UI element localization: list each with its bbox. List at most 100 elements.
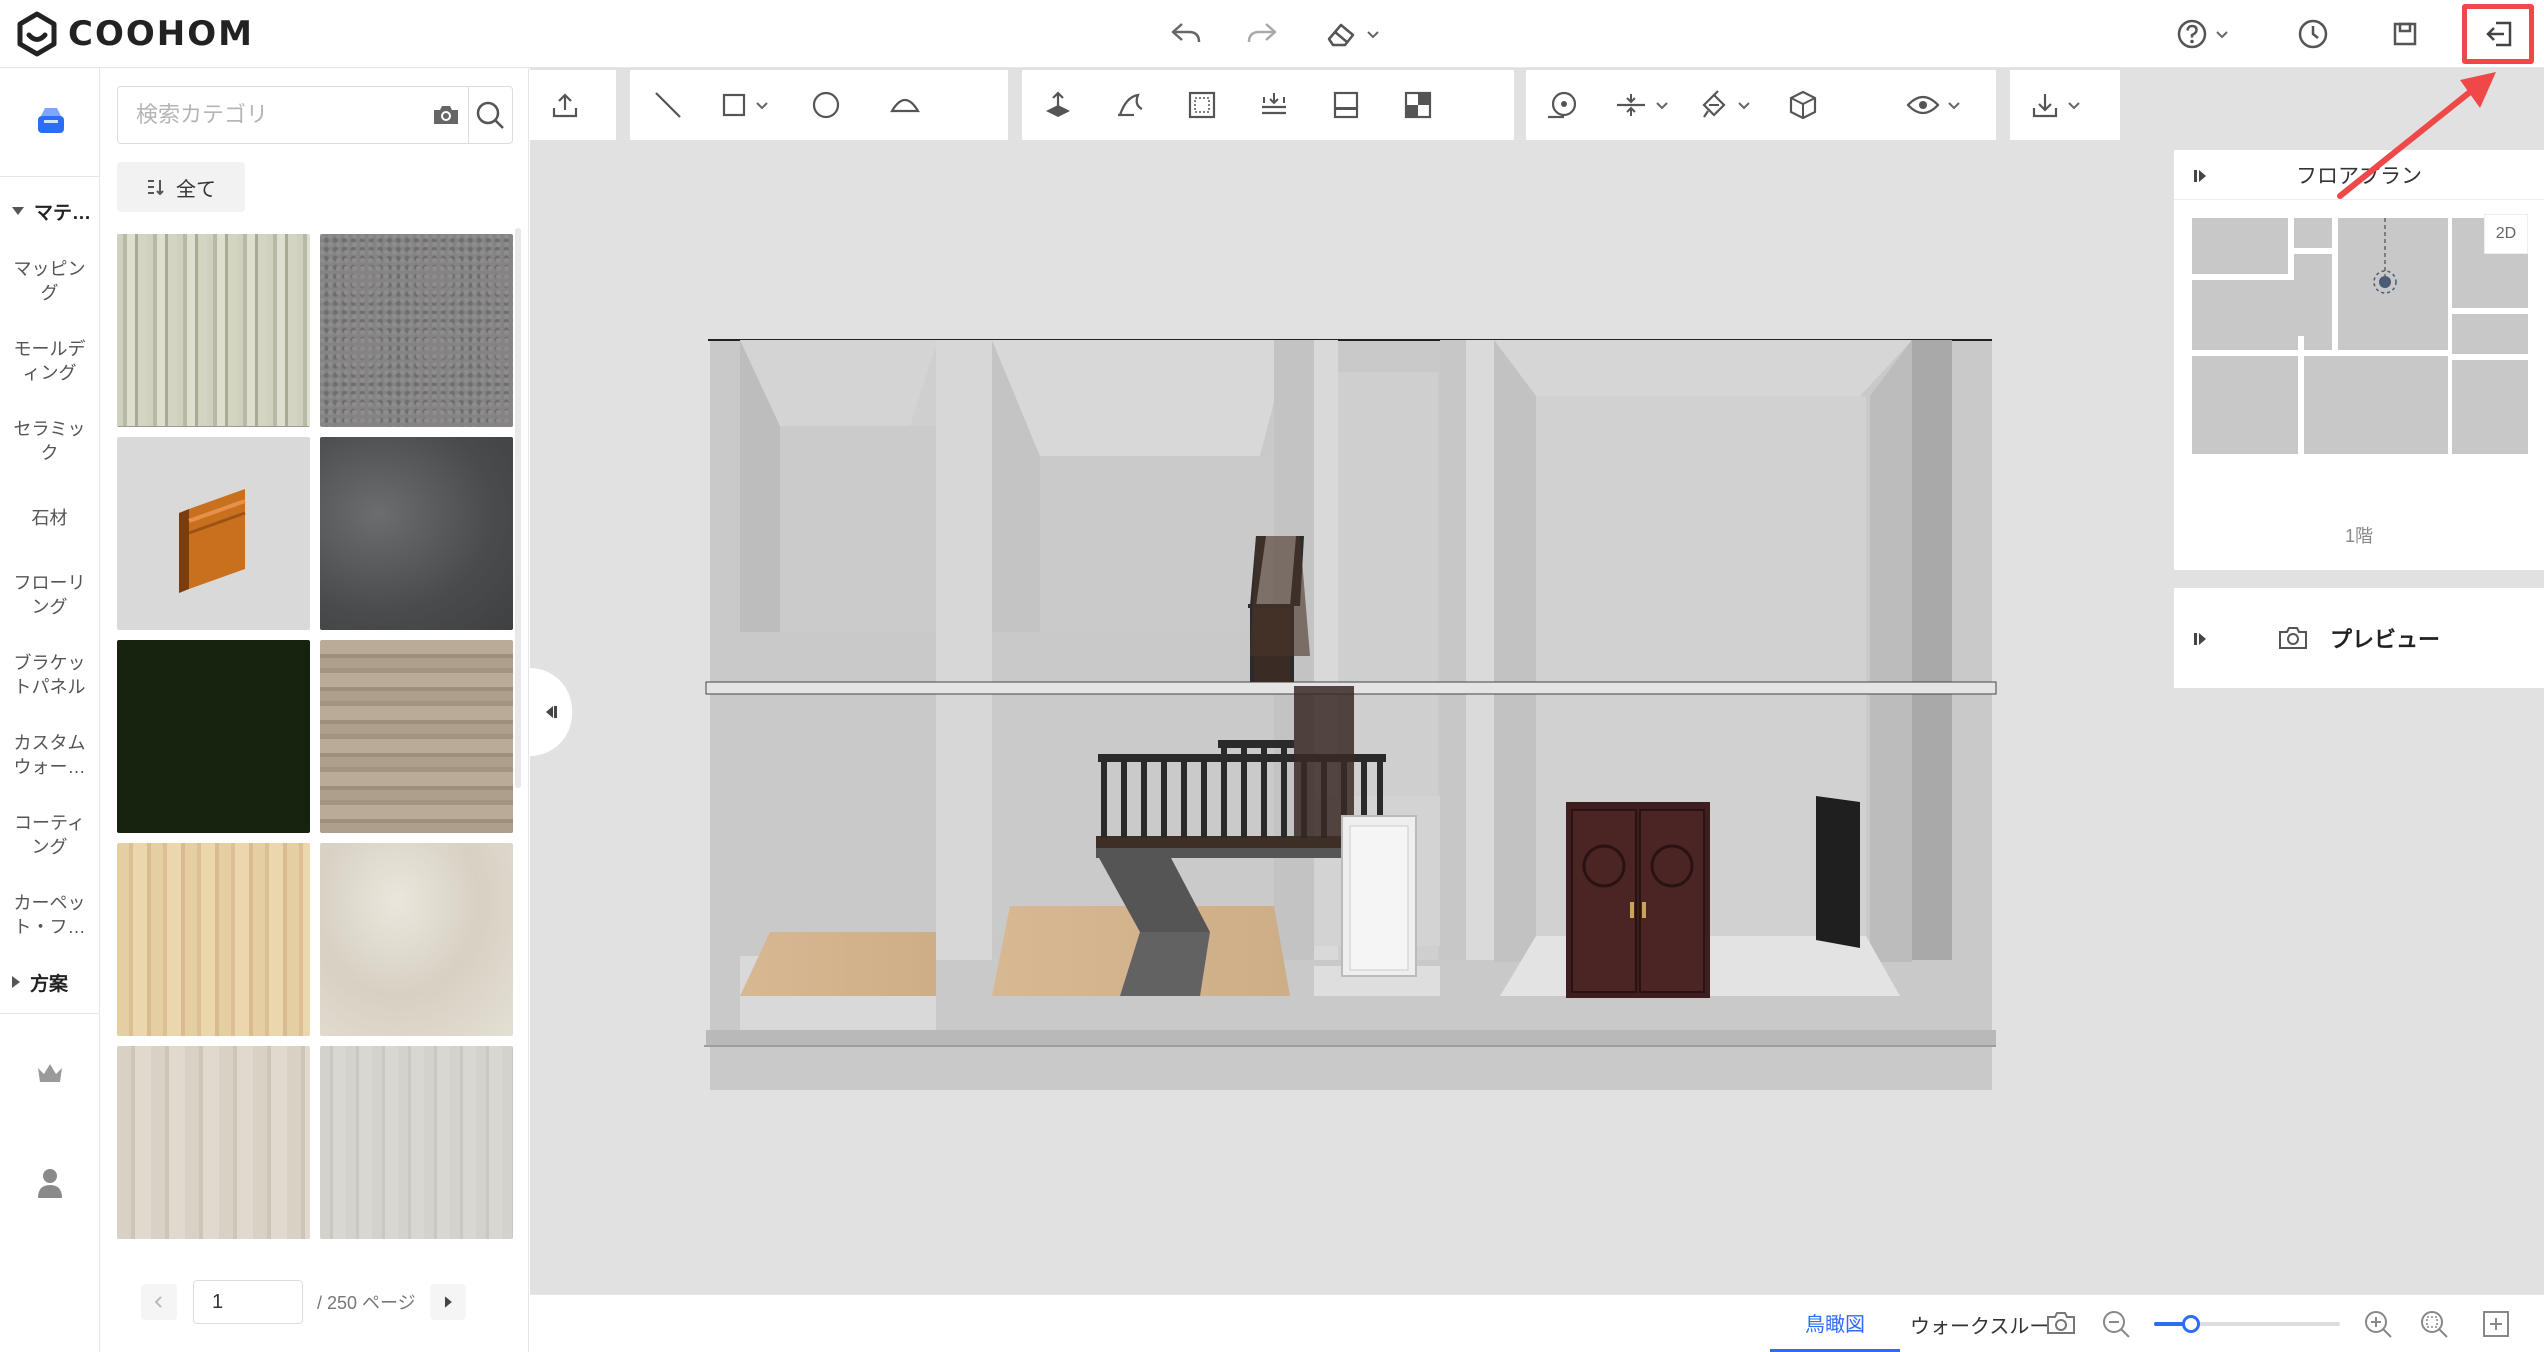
save-button[interactable] bbox=[2384, 14, 2426, 54]
search-box bbox=[117, 86, 513, 144]
rail-divider bbox=[0, 176, 99, 177]
rail-section-material[interactable]: マテ… bbox=[0, 181, 99, 241]
upload-icon bbox=[552, 93, 578, 118]
material-tile[interactable] bbox=[320, 1046, 513, 1239]
paint-dropdown[interactable] bbox=[1684, 70, 1766, 140]
material-tile[interactable] bbox=[320, 843, 513, 1036]
toolbar-group-export bbox=[2010, 70, 2120, 140]
screenshot-button[interactable] bbox=[2044, 1307, 2078, 1339]
measure-tool[interactable] bbox=[1526, 70, 1600, 140]
coohom-logo[interactable]: COOHOM bbox=[14, 11, 254, 57]
zoom-slider[interactable] bbox=[2154, 1315, 2340, 1333]
chevron-down-icon bbox=[1656, 102, 1668, 110]
material-tile[interactable] bbox=[117, 640, 310, 833]
toolbar-group-modify bbox=[1022, 70, 1514, 140]
eye-icon bbox=[1906, 95, 1940, 115]
visibility-dropdown[interactable] bbox=[1886, 70, 1982, 140]
history-button[interactable] bbox=[2290, 14, 2336, 54]
measure-icon bbox=[1548, 91, 1577, 119]
align-dropdown[interactable] bbox=[1600, 70, 1684, 140]
collapse-right-icon[interactable] bbox=[2192, 630, 2210, 648]
image-search-button[interactable] bbox=[424, 87, 468, 143]
cube-tool[interactable] bbox=[1766, 70, 1840, 140]
rail-item-mapping[interactable]: マッピング bbox=[0, 241, 99, 321]
rail-item-molding[interactable]: モールディング bbox=[0, 321, 99, 401]
save-icon bbox=[2393, 22, 2417, 46]
zoom-to-fit-icon[interactable] bbox=[2418, 1308, 2450, 1340]
circle-icon bbox=[812, 91, 840, 119]
rail-item-stone[interactable]: 石材 bbox=[0, 481, 99, 555]
rail-account-button[interactable] bbox=[0, 1128, 99, 1238]
material-tile[interactable] bbox=[117, 843, 310, 1036]
download-icon bbox=[2032, 94, 2058, 118]
fullscreen-icon[interactable] bbox=[2480, 1308, 2512, 1340]
material-panel: 全て 1 bbox=[101, 68, 529, 1352]
toolbar-group-measure bbox=[1526, 70, 1914, 140]
pagination: 1 / 250 ページ bbox=[101, 1272, 529, 1332]
download-dropdown[interactable] bbox=[2010, 70, 2102, 140]
material-tile[interactable] bbox=[320, 437, 513, 630]
arc-tool[interactable] bbox=[868, 70, 942, 140]
rail-premium-button[interactable] bbox=[0, 1018, 99, 1128]
rail-item-carpet[interactable]: カーペット・フ… bbox=[0, 875, 99, 955]
material-tile[interactable] bbox=[117, 234, 310, 427]
chevron-down-icon bbox=[1367, 31, 1379, 39]
rail-item-ceramic[interactable]: セラミック bbox=[0, 401, 99, 481]
undo-button[interactable] bbox=[1160, 14, 1212, 54]
floorplan-mode-toggle[interactable]: 2D bbox=[2484, 214, 2528, 254]
viewport-3d[interactable]: フロアプラン 2D 1階 プレビュー bbox=[530, 68, 2544, 1294]
eraser-dropdown[interactable] bbox=[1318, 14, 1388, 54]
preview-label: プレビュー bbox=[2329, 627, 2440, 652]
redo-button[interactable] bbox=[1236, 14, 1288, 54]
zoom-in-icon[interactable] bbox=[2362, 1308, 2394, 1340]
material-tile[interactable] bbox=[320, 640, 513, 833]
zoom-slider-knob[interactable] bbox=[2182, 1315, 2201, 1333]
all-filter-button[interactable]: 全て bbox=[117, 162, 245, 212]
line-tool[interactable] bbox=[630, 70, 706, 140]
circle-tool[interactable] bbox=[784, 70, 868, 140]
material-tile[interactable] bbox=[117, 437, 310, 630]
frame-tool[interactable] bbox=[1166, 70, 1238, 140]
material-grid bbox=[117, 234, 513, 1304]
all-filter-label: 全て bbox=[176, 178, 216, 201]
rail-item-bracket-panel[interactable]: ブラケットパネル bbox=[0, 635, 99, 715]
sculpt-tool[interactable] bbox=[1094, 70, 1166, 140]
caret-down-icon bbox=[12, 207, 24, 215]
material-tile[interactable] bbox=[117, 1046, 310, 1239]
rail-item-label: セラミック bbox=[13, 419, 86, 463]
panel-scrollbar[interactable] bbox=[515, 228, 521, 788]
prev-page-button[interactable] bbox=[141, 1284, 177, 1320]
panel-tool[interactable] bbox=[1310, 70, 1382, 140]
molding-preview-icon bbox=[178, 488, 246, 593]
rail-section-plan[interactable]: 方案 bbox=[0, 955, 99, 1009]
rail-material-tab[interactable] bbox=[0, 68, 99, 172]
help-dropdown[interactable] bbox=[2168, 14, 2238, 54]
collapse-left-panel-button[interactable] bbox=[530, 668, 572, 756]
tab-aerial-view[interactable]: 鳥瞰図 bbox=[1770, 1295, 1900, 1352]
move-up-tool[interactable] bbox=[1022, 70, 1094, 140]
zoom-out-icon[interactable] bbox=[2100, 1308, 2132, 1340]
search-input[interactable] bbox=[118, 87, 424, 143]
rail-item-flooring[interactable]: フローリング bbox=[0, 555, 99, 635]
line-icon bbox=[655, 92, 681, 118]
level-tool[interactable] bbox=[1238, 70, 1310, 140]
floor-selector[interactable]: 1階 bbox=[2174, 522, 2544, 548]
page-number-input[interactable]: 1 bbox=[193, 1280, 303, 1324]
rect-tool[interactable] bbox=[706, 70, 784, 140]
paint-icon bbox=[1702, 90, 1726, 118]
search-button[interactable] bbox=[467, 87, 512, 143]
material-tile[interactable] bbox=[320, 234, 513, 427]
upload-button[interactable] bbox=[530, 70, 600, 140]
split-tool[interactable] bbox=[1382, 70, 1454, 140]
bottom-bar: 鳥瞰図 ウォークスルー bbox=[530, 1294, 2544, 1352]
next-page-button[interactable] bbox=[429, 1284, 466, 1320]
rail-item-label: ブラケットパネル bbox=[13, 653, 86, 697]
crown-icon bbox=[37, 1064, 62, 1082]
eraser-icon bbox=[1327, 23, 1355, 47]
preview-panel[interactable]: プレビュー bbox=[2174, 588, 2544, 688]
page-total: / 250 ページ bbox=[317, 1293, 416, 1313]
floorplan-map[interactable] bbox=[2190, 216, 2530, 456]
rail-item-custom-wall[interactable]: カスタムウォー… bbox=[0, 715, 99, 795]
rail-item-coating[interactable]: コーティング bbox=[0, 795, 99, 875]
material-box-icon bbox=[37, 108, 64, 133]
